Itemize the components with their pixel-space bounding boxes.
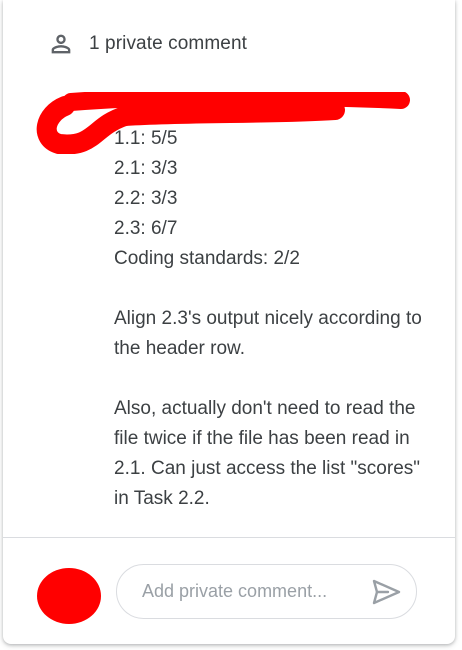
redacted-user-avatar [37, 568, 101, 624]
comment-text: 1.1: 5/5 2.1: 3/3 2.2: 3/3 2.3: 6/7 Codi… [114, 124, 434, 514]
comment-paragraph: Align 2.3's output nicely according to t… [114, 308, 422, 359]
comments-count-title: 1 private comment [89, 33, 247, 54]
private-comment-composer[interactable] [116, 564, 417, 619]
score-line: 2.2: 3/3 [114, 188, 178, 209]
private-comments-card: 1 private comment 1.1: 5/5 2.1: 3/3 2.2:… [3, 0, 455, 644]
score-line: 2.3: 6/7 [114, 218, 178, 239]
comments-header: 1 private comment [47, 30, 247, 58]
send-icon[interactable] [370, 577, 402, 607]
score-line: Coding standards: 2/2 [114, 248, 300, 269]
private-comment-input[interactable] [140, 580, 354, 603]
score-line: 1.1: 5/5 [114, 128, 178, 149]
score-line: 2.1: 3/3 [114, 158, 178, 179]
divider [3, 537, 455, 538]
person-icon [51, 34, 71, 54]
comment-paragraph: Also, actually don't need to read the fi… [114, 398, 421, 509]
